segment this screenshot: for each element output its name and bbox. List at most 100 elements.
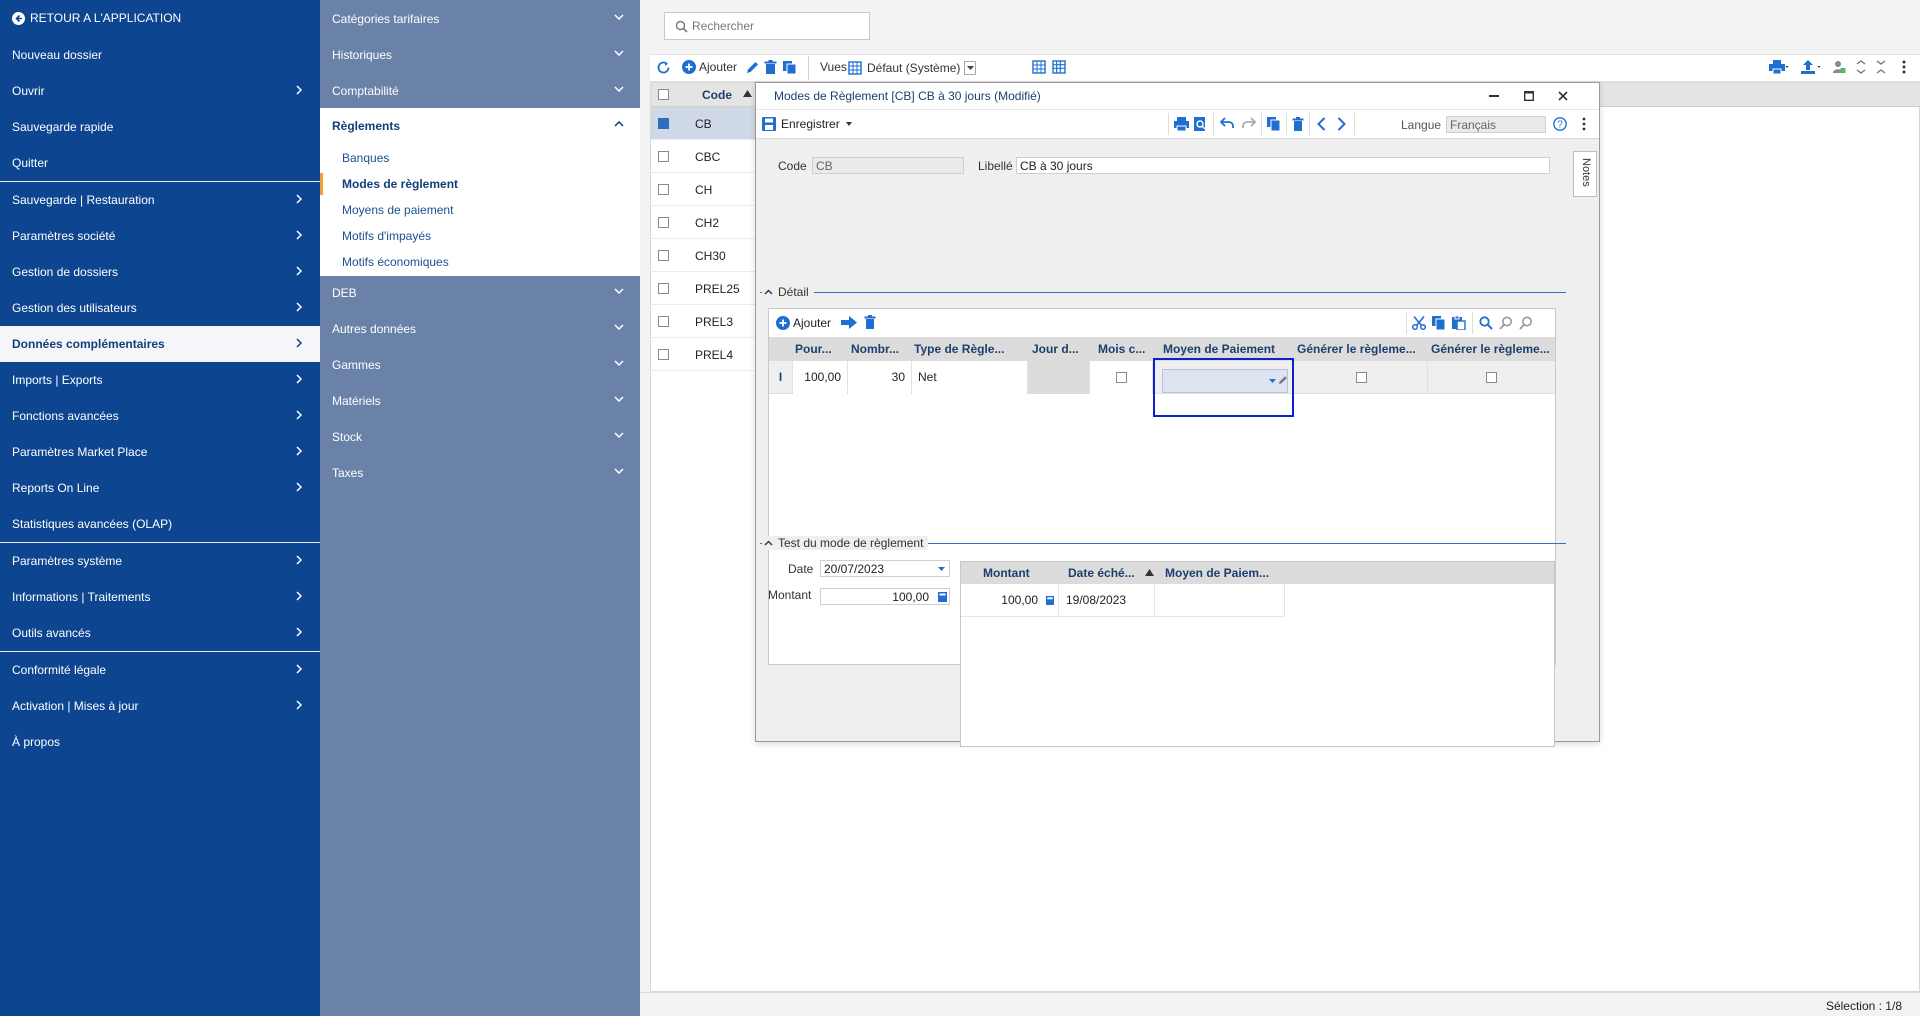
back-to-app-button[interactable]: RETOUR A L'APPLICATION	[0, 0, 320, 36]
detail-add-button[interactable]: Ajouter	[776, 316, 831, 330]
col-montant[interactable]: Montant	[983, 566, 1030, 580]
nav-sauvegarde-restauration[interactable]: Sauvegarde | Restauration	[0, 182, 320, 218]
col-nombre[interactable]: Nombr...	[851, 342, 903, 356]
nav-nouveau-dossier[interactable]: Nouveau dossier	[0, 37, 320, 73]
cell-jour[interactable]	[1028, 361, 1090, 394]
collapse-all-icon[interactable]	[1856, 60, 1866, 74]
detail-section-header[interactable]: Détail	[762, 285, 814, 299]
cell-nombre[interactable]: 30	[848, 361, 912, 394]
sub-historiques[interactable]: Historiques	[320, 37, 640, 73]
col-moyen-paiement[interactable]: Moyen de Paiem...	[1165, 566, 1269, 580]
undo-icon[interactable]	[1220, 117, 1235, 129]
nav-conformite-legale[interactable]: Conformité légale	[0, 652, 320, 688]
edit-icon[interactable]	[745, 60, 760, 75]
sub-link-modes-de-reglement[interactable]: Modes de règlement	[342, 177, 458, 191]
duplicate-icon[interactable]	[1267, 117, 1281, 131]
cell-pourcentage[interactable]: 100,00	[793, 361, 848, 394]
delete-icon[interactable]	[1292, 117, 1304, 131]
sub-gammes[interactable]: Gammes	[320, 347, 640, 383]
sub-deb[interactable]: DEB	[320, 275, 640, 311]
libelle-field[interactable]: CB à 30 jours	[1016, 157, 1550, 174]
list-row[interactable]: PREL25	[651, 272, 756, 305]
close-icon[interactable]	[1558, 91, 1568, 101]
col-generer-reglement-2[interactable]: Générer le règleme...	[1431, 342, 1555, 356]
dropdown-arrow-icon[interactable]	[938, 567, 945, 571]
redo-icon[interactable]	[1241, 117, 1256, 129]
nav-ouvrir[interactable]: Ouvrir	[0, 73, 320, 109]
cell-generer-1[interactable]	[1294, 361, 1428, 394]
nav-parametres-societe[interactable]: Paramètres société	[0, 218, 320, 254]
sub-stock[interactable]: Stock	[320, 419, 640, 455]
nav-outils-avances[interactable]: Outils avancés	[0, 615, 320, 651]
test-section-header[interactable]: Test du mode de règlement	[762, 536, 929, 550]
pencil-icon[interactable]	[1278, 375, 1288, 385]
next-icon[interactable]	[1337, 117, 1346, 131]
more-options-icon[interactable]	[1902, 60, 1906, 74]
nav-a-propos[interactable]: À propos	[0, 724, 320, 760]
cut-icon[interactable]	[1412, 316, 1426, 330]
delete-icon[interactable]	[864, 315, 876, 329]
maximize-icon[interactable]	[1524, 91, 1534, 101]
col-moyen-paiement[interactable]: Moyen de Paiement	[1163, 342, 1293, 356]
paste-icon[interactable]	[1452, 316, 1466, 330]
move-right-icon[interactable]	[841, 316, 857, 329]
print-preview-icon[interactable]	[1194, 117, 1207, 131]
nav-sauvegarde-rapide[interactable]: Sauvegarde rapide	[0, 109, 320, 145]
help-icon[interactable]: ?	[1553, 117, 1567, 131]
sub-link-motifs-economiques[interactable]: Motifs économiques	[342, 255, 449, 269]
export-icon[interactable]	[1801, 60, 1821, 74]
list-row[interactable]: CBC	[651, 140, 756, 173]
row-checkbox[interactable]	[658, 217, 669, 228]
nav-fonctions-avancees[interactable]: Fonctions avancées	[0, 398, 320, 434]
select-all-checkbox[interactable]	[658, 89, 669, 100]
language-field[interactable]: Français	[1446, 116, 1546, 133]
list-row[interactable]: CH30	[651, 239, 756, 272]
save-button[interactable]: Enregistrer	[762, 117, 852, 131]
sub-taxes[interactable]: Taxes	[320, 455, 640, 491]
delete-icon[interactable]	[764, 60, 777, 75]
nav-donnees-complementaires[interactable]: Données complémentaires	[0, 326, 320, 362]
test-montant-field[interactable]: 100,00	[820, 588, 950, 605]
sub-reglements-header[interactable]: Règlements	[320, 108, 640, 144]
col-date-echeance[interactable]: Date éché...	[1068, 566, 1135, 580]
col-pourcentage[interactable]: Pour...	[795, 342, 835, 356]
nav-parametres-market-place[interactable]: Paramètres Market Place	[0, 434, 320, 470]
grid-layout-icon[interactable]	[1052, 60, 1066, 74]
cell-mois[interactable]	[1090, 361, 1153, 394]
nav-statistiques-olap[interactable]: Statistiques avancées (OLAP)	[0, 506, 320, 542]
list-row[interactable]: PREL3	[651, 305, 756, 338]
sub-autres-donnees[interactable]: Autres données	[320, 311, 640, 347]
sub-link-banques[interactable]: Banques	[342, 151, 389, 165]
row-checkbox[interactable]	[658, 349, 669, 360]
moyen-paiement-input[interactable]	[1162, 369, 1288, 393]
cell-type[interactable]: Net	[912, 361, 1028, 394]
list-row[interactable]: CH2	[651, 206, 756, 239]
add-button[interactable]: Ajouter	[682, 60, 737, 74]
minimize-icon[interactable]	[1489, 95, 1499, 98]
code-field[interactable]: CB	[812, 157, 964, 174]
col-jour[interactable]: Jour d...	[1032, 342, 1082, 356]
calculator-icon[interactable]	[938, 592, 947, 602]
nav-activation-mises-a-jour[interactable]: Activation | Mises à jour	[0, 688, 320, 724]
nav-gestion-utilisateurs[interactable]: Gestion des utilisateurs	[0, 290, 320, 326]
row-checkbox[interactable]	[658, 316, 669, 327]
col-generer-reglement-1[interactable]: Générer le règleme...	[1297, 342, 1425, 356]
list-row[interactable]: PREL4	[651, 338, 756, 371]
nav-imports-exports[interactable]: Imports | Exports	[0, 362, 320, 398]
nav-reports-on-line[interactable]: Reports On Line	[0, 470, 320, 506]
print-icon[interactable]	[1769, 60, 1789, 74]
sub-link-moyens-de-paiement[interactable]: Moyens de paiement	[342, 203, 453, 217]
generer-1-checkbox[interactable]	[1356, 372, 1367, 383]
previous-icon[interactable]	[1317, 117, 1326, 131]
moyen-paiement-editor[interactable]	[1153, 358, 1294, 417]
row-checkbox[interactable]	[658, 151, 669, 162]
col-mois[interactable]: Mois c...	[1098, 342, 1146, 356]
copy-icon[interactable]	[1432, 316, 1446, 330]
col-type-reglement[interactable]: Type de Règle...	[914, 342, 1009, 356]
sub-categories-tarifaires[interactable]: Catégories tarifaires	[320, 1, 640, 37]
list-row[interactable]: CB	[651, 107, 756, 140]
row-checkbox[interactable]	[658, 184, 669, 195]
sub-materiels[interactable]: Matériels	[320, 383, 640, 419]
sub-link-motifs-impayes[interactable]: Motifs d'impayés	[342, 229, 431, 243]
nav-gestion-dossiers[interactable]: Gestion de dossiers	[0, 254, 320, 290]
